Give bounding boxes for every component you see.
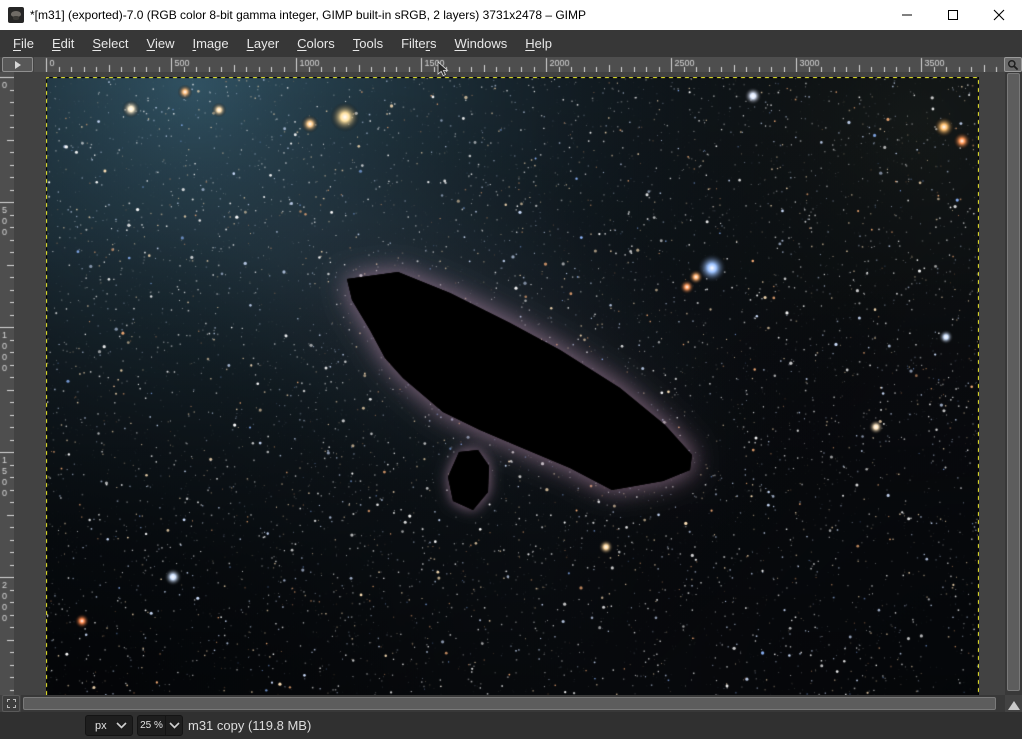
chevron-down-icon	[116, 722, 127, 729]
quick-mask-icon	[7, 699, 16, 708]
close-button[interactable]	[976, 0, 1022, 30]
horizontal-ruler[interactable]	[34, 57, 1005, 72]
image-canvas[interactable]	[46, 77, 979, 695]
unit-label: px	[95, 720, 107, 732]
gimp-window: *[m31] (exported)-7.0 (RGB color 8-bit g…	[0, 0, 1022, 739]
menu-item-windows[interactable]: Windows	[446, 30, 517, 57]
maximize-icon	[947, 9, 959, 21]
navigation-arrow-icon	[1008, 701, 1020, 710]
status-bar: px 25 % m31 copy (119.8 MB)	[0, 712, 1022, 739]
menu-bar: FileEditSelectViewImageLayerColorsToolsF…	[0, 30, 1022, 57]
menu-item-edit[interactable]: Edit	[43, 30, 83, 57]
menu-item-layer[interactable]: Layer	[238, 30, 289, 57]
maximize-button[interactable]	[930, 0, 976, 30]
unit-dropdown[interactable]: px	[85, 715, 133, 736]
minimize-button[interactable]	[884, 0, 930, 30]
canvas-menu-button[interactable]	[2, 57, 33, 72]
vertical-scrollbar-thumb[interactable]	[1007, 73, 1020, 691]
mouse-cursor-icon	[436, 61, 452, 77]
horizontal-scrollbar[interactable]	[21, 695, 1005, 712]
magnifier-icon	[1007, 59, 1019, 71]
menu-item-file[interactable]: File	[4, 30, 43, 57]
menu-item-tools[interactable]: Tools	[344, 30, 392, 57]
canvas-viewport[interactable]	[14, 72, 1005, 695]
menu-item-image[interactable]: Image	[183, 30, 237, 57]
navigation-button[interactable]	[1005, 695, 1022, 712]
chevron-down-icon	[169, 722, 180, 729]
quick-mask-toggle[interactable]	[2, 695, 20, 712]
menu-item-colors[interactable]: Colors	[288, 30, 344, 57]
vertical-scrollbar[interactable]	[1005, 72, 1022, 695]
triangle-right-icon	[15, 61, 21, 69]
close-icon	[993, 9, 1005, 21]
menu-item-help[interactable]: Help	[516, 30, 561, 57]
titlebar[interactable]: *[m31] (exported)-7.0 (RGB color 8-bit g…	[0, 0, 1022, 30]
window-title: *[m31] (exported)-7.0 (RGB color 8-bit g…	[30, 8, 586, 22]
gimp-logo-icon	[8, 7, 24, 23]
menu-item-select[interactable]: Select	[83, 30, 137, 57]
menu-item-filters[interactable]: Filters	[392, 30, 445, 57]
status-message: m31 copy (119.8 MB)	[188, 712, 311, 739]
horizontal-scrollbar-thumb[interactable]	[23, 697, 996, 710]
zoom-dropdown-button[interactable]	[165, 715, 183, 736]
vertical-ruler[interactable]	[0, 72, 14, 695]
zoom-control[interactable]: 25 %	[137, 715, 183, 736]
zoom-follow-window-button[interactable]	[1004, 57, 1022, 72]
zoom-value[interactable]: 25 %	[137, 715, 165, 736]
menu-item-view[interactable]: View	[138, 30, 184, 57]
minimize-icon	[901, 9, 913, 21]
